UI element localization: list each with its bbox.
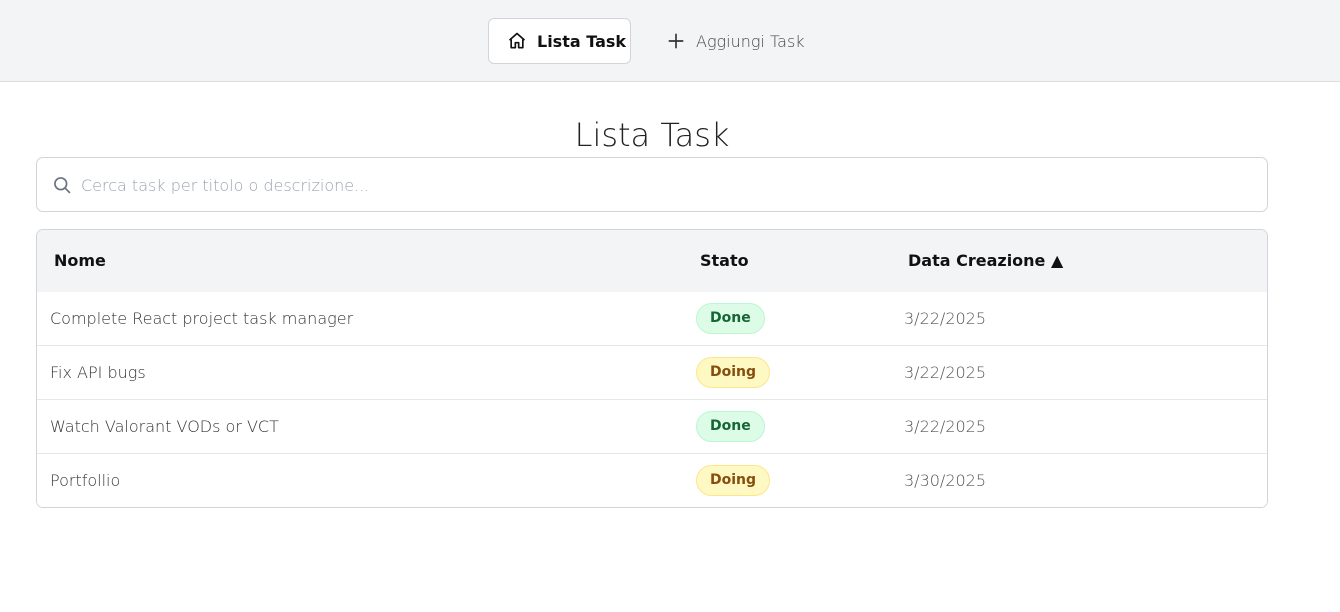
nav-lista-task-label: Lista Task <box>537 31 627 51</box>
column-header-stato[interactable]: Stato <box>700 251 749 270</box>
nav-aggiungi-task-button[interactable]: Aggiungi Task <box>666 18 816 64</box>
page-title: Lista Task <box>574 116 730 154</box>
table-row[interactable]: Complete React project task manager Done… <box>37 292 1267 346</box>
table-row[interactable]: Fix API bugs Doing 3/22/2025 <box>37 346 1267 400</box>
home-icon <box>508 32 526 49</box>
task-name: Watch Valorant VODs or VCT <box>50 417 279 436</box>
task-table: Nome Stato Data Creazione ▲ Complete Rea… <box>36 229 1268 508</box>
plus-icon <box>668 33 684 49</box>
status-badge: Done <box>696 411 765 442</box>
status-badge: Doing <box>696 357 771 388</box>
table-row[interactable]: Watch Valorant VODs or VCT Done 3/22/202… <box>37 400 1267 454</box>
task-date: 3/22/2025 <box>904 363 987 382</box>
search-icon <box>54 177 71 194</box>
task-name: Portfollio <box>50 471 121 490</box>
search-input[interactable] <box>81 170 1241 200</box>
task-date: 3/30/2025 <box>904 471 987 490</box>
column-header-nome[interactable]: Nome <box>54 251 106 270</box>
nav-aggiungi-task-label: Aggiungi Task <box>696 31 805 51</box>
table-row[interactable]: Portfollio Doing 3/30/2025 <box>37 454 1267 507</box>
task-name: Complete React project task manager <box>50 309 354 328</box>
task-name: Fix API bugs <box>50 363 146 382</box>
status-badge: Doing <box>696 465 771 496</box>
nav-lista-task-button[interactable]: Lista Task <box>488 18 631 64</box>
task-date: 3/22/2025 <box>904 417 987 436</box>
table-header: Nome Stato Data Creazione ▲ <box>37 230 1267 292</box>
status-badge: Done <box>696 303 765 334</box>
search-box <box>36 157 1268 212</box>
column-header-data-creazione[interactable]: Data Creazione ▲ <box>908 251 1063 270</box>
task-date: 3/22/2025 <box>904 309 987 328</box>
top-navbar: Lista Task Aggiungi Task <box>0 0 1340 82</box>
